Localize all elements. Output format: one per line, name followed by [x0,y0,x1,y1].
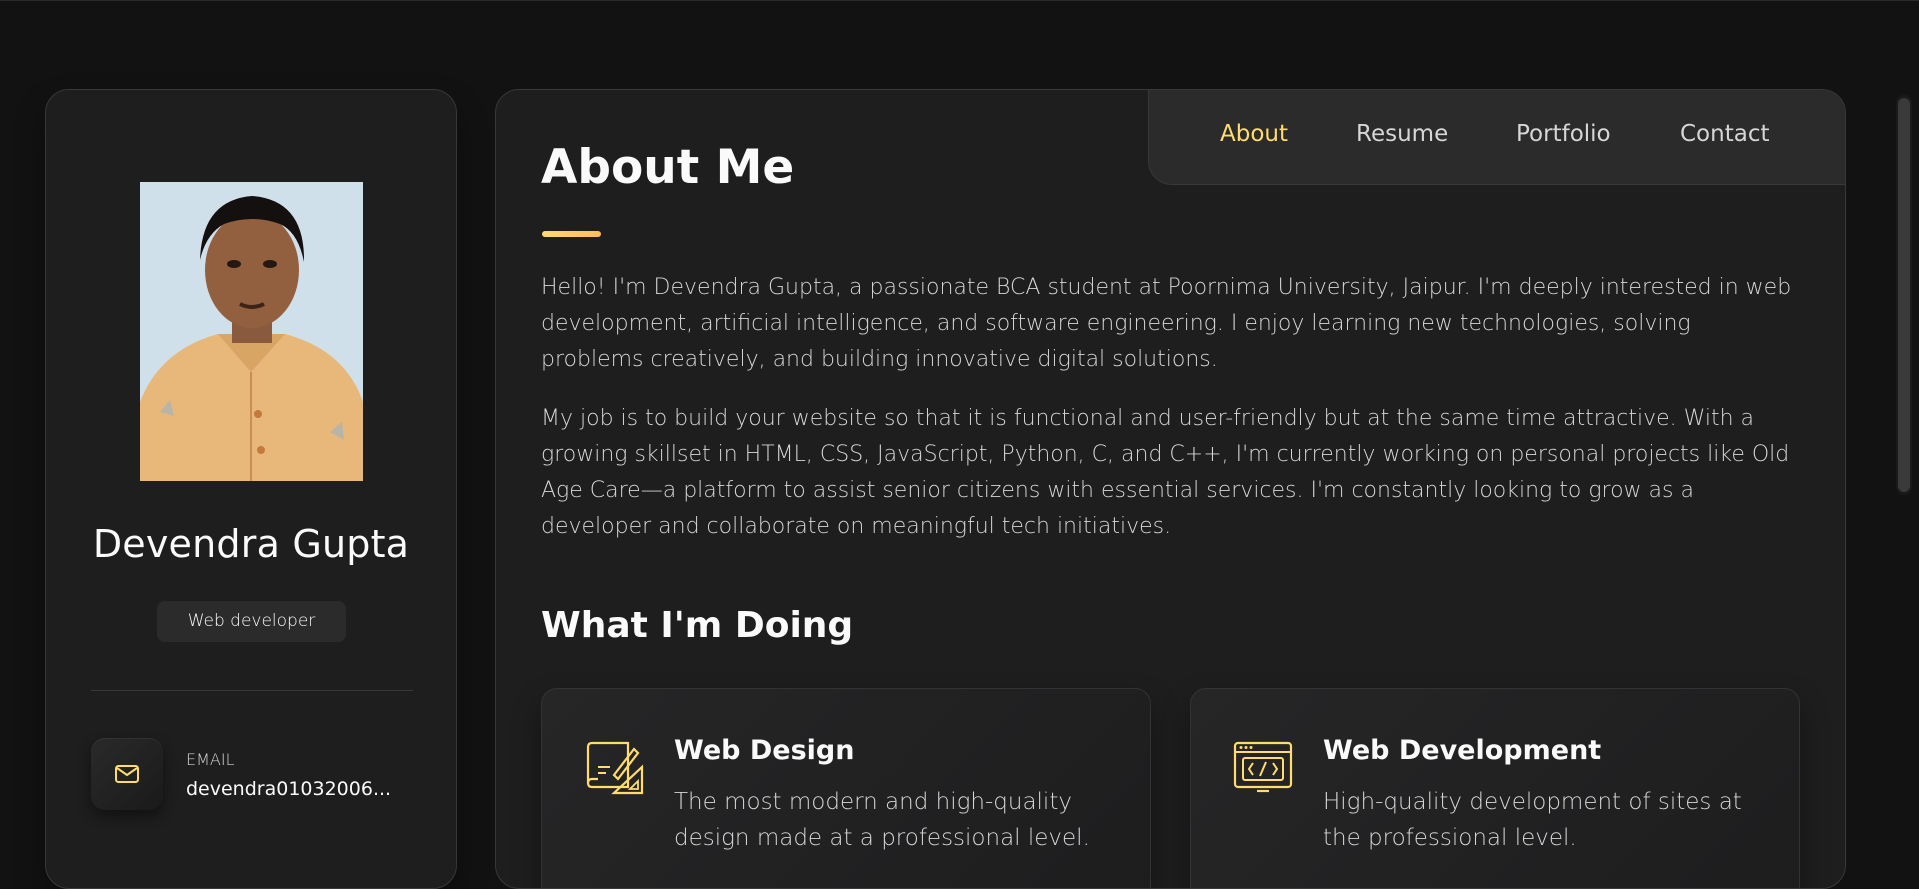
service-title: Web Development [1323,735,1602,766]
main-panel: About Resume Portfolio Contact About Me … [495,89,1846,889]
top-border [0,0,1919,1]
about-paragraph-2: My job is to build your website so that … [541,406,1790,539]
title-underline [542,231,601,237]
code-window-icon [1233,739,1293,795]
nav-link-portfolio[interactable]: Portfolio [1516,121,1611,147]
about-paragraph-1: Hello! I'm Devendra Gupta, a passionate … [541,275,1792,372]
nav-link-resume[interactable]: Resume [1356,121,1448,147]
contact-item-email: Email devendra01032006... [91,738,421,810]
sidebar: Devendra Gupta Web developer Email deven… [45,89,457,889]
profile-name: Devendra Gupta [92,522,410,566]
navbar: About Resume Portfolio Contact [1148,90,1845,185]
service-text: High-quality development of sites at the… [1323,789,1742,851]
email-link[interactable]: devendra01032006... [186,778,391,800]
page-title: About Me [541,140,795,195]
services-title: What I'm Doing [541,605,854,646]
contact-label: Email [186,750,235,769]
service-card-web-design: Web Design The most modern and high-qual… [541,688,1151,888]
profile-title-badge: Web developer [157,601,346,642]
nav-link-contact[interactable]: Contact [1680,121,1769,147]
service-title: Web Design [674,735,855,766]
design-tools-icon [584,739,644,795]
scrollbar-thumb[interactable] [1898,98,1910,492]
nav-link-about[interactable]: About [1220,121,1288,147]
mail-icon [91,738,163,810]
avatar [140,182,363,481]
sidebar-separator [91,690,413,691]
service-card-web-development: Web Development High-quality development… [1190,688,1800,888]
service-text: The most modern and high-quality design … [674,789,1090,851]
